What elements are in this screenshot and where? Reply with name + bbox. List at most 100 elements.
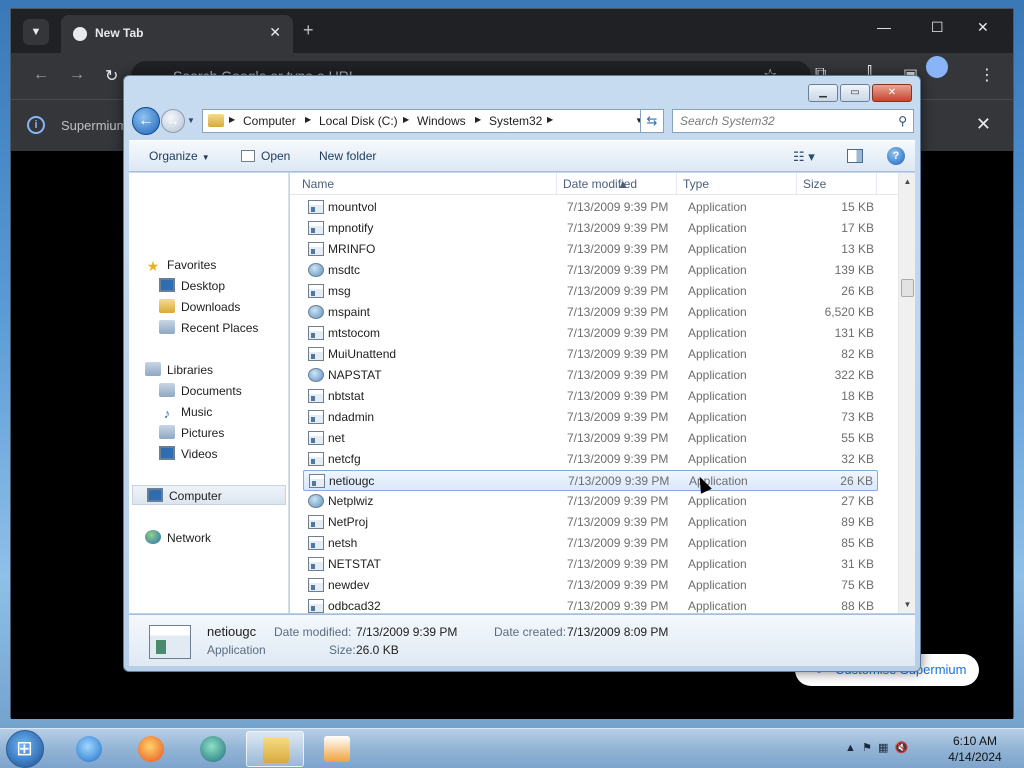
file-date: 7/13/2009 9:39 PM [567,305,669,319]
nav-recent-places[interactable]: Recent Places [159,318,258,338]
nav-documents[interactable]: Documents [159,381,242,401]
column-divider[interactable] [556,173,557,195]
nav-desktop[interactable]: Desktop [159,276,225,296]
taskbar-explorer[interactable] [246,731,304,767]
taskbar-clock[interactable]: 6:10 AM 4/14/2024 [944,733,1006,765]
tab-new-tab[interactable]: New Tab ✕ [61,15,293,53]
table-row[interactable]: Netplwiz 7/13/2009 9:39 PM Application 27 K… [303,491,878,512]
menu-dots-icon[interactable]: ⋮ [979,65,995,85]
preview-pane-icon[interactable] [847,149,863,163]
open-button[interactable]: Open [241,149,290,163]
breadcrumb-local-disk[interactable]: Local Disk (C:) [319,114,398,128]
table-row[interactable]: msg 7/13/2009 9:39 PM Application 26 KB [303,281,878,302]
minimize-icon[interactable]: — [877,19,891,35]
explorer-forward-button[interactable]: → [161,109,185,133]
breadcrumb-separator-icon[interactable]: ▶ [229,115,235,124]
table-row[interactable]: mtstocom 7/13/2009 9:39 PM Application 131 … [303,323,878,344]
breadcrumb-computer[interactable]: Computer [243,114,296,128]
pictures-icon [159,425,175,439]
nav-pictures[interactable]: Pictures [159,423,224,443]
history-dropdown-icon[interactable]: ▼ [187,116,195,125]
breadcrumb-separator-icon[interactable]: ▶ [305,115,311,124]
taskbar-supermium[interactable] [184,731,242,767]
column-divider[interactable] [676,173,677,195]
nav-videos[interactable]: Videos [159,444,217,464]
scroll-down-icon[interactable]: ▼ [899,596,916,613]
column-divider[interactable] [876,173,877,195]
file-date: 7/13/2009 9:39 PM [567,410,669,424]
breadcrumb-system32[interactable]: System32 [489,114,542,128]
back-arrow-icon[interactable]: ← [33,66,49,84]
file-size: 85 KB [841,536,874,550]
nav-music[interactable]: ♪ Music [159,402,213,422]
nav-computer[interactable]: Computer [132,485,286,505]
nav-favorites[interactable]: ★ Favorites [145,255,217,275]
file-date: 7/13/2009 9:39 PM [567,536,669,550]
column-name[interactable]: Name [302,177,334,191]
table-row[interactable]: mountvol 7/13/2009 9:39 PM Application 15 K… [303,197,878,218]
forward-arrow-icon[interactable]: → [69,66,85,84]
system-tray-icons[interactable]: ▲ ⚑ ▦ 🔇 [845,741,908,754]
taskbar-internet-explorer[interactable] [60,731,118,767]
nav-libraries[interactable]: Libraries [145,360,213,380]
table-row[interactable]: netsh 7/13/2009 9:39 PM Application 85 KB [303,533,878,554]
application-file-icon [308,305,324,319]
breadcrumb-separator-icon[interactable]: ▶ [475,115,481,124]
table-row[interactable]: NETSTAT 7/13/2009 9:39 PM Application 31 KB [303,554,878,575]
table-row[interactable]: nbtstat 7/13/2009 9:39 PM Application 18 KB [303,386,878,407]
reload-icon[interactable]: ↻ [105,66,118,86]
file-type: Application [688,452,747,466]
column-type[interactable]: Type [683,177,709,191]
change-view-icon[interactable]: ☷ ▾ [793,149,815,165]
refresh-button[interactable]: ⇆ [640,109,664,133]
tab-close-icon[interactable]: ✕ [269,24,281,41]
table-row[interactable]: NAPSTAT 7/13/2009 9:39 PM Application 322 K… [303,365,878,386]
explorer-close-button[interactable]: ✕ [872,84,912,102]
table-row[interactable]: mpnotify 7/13/2009 9:39 PM Application 17 K… [303,218,878,239]
nav-favorites-label: Favorites [167,258,217,272]
nav-downloads[interactable]: Downloads [159,297,240,317]
column-size[interactable]: Size [803,177,826,191]
address-bar[interactable]: ▶ Computer ▶ Local Disk (C:) ▶ Windows ▶… [202,109,648,133]
file-name: nbtstat [328,389,365,403]
table-row[interactable]: ndadmin 7/13/2009 9:39 PM Application 73 KB [303,407,878,428]
tab-search-button[interactable]: ▼ [23,19,49,45]
breadcrumb-separator-icon[interactable]: ▶ [547,115,553,124]
table-row[interactable]: MRINFO 7/13/2009 9:39 PM Application 13 KB [303,239,878,260]
table-row[interactable]: net 7/13/2009 9:39 PM Application 55 KB [303,428,878,449]
column-date-modified[interactable]: Date modified [563,177,637,191]
organize-button[interactable]: Organize ▼ [149,149,210,163]
scroll-up-icon[interactable]: ▲ [899,173,916,190]
file-date: 7/13/2009 9:39 PM [567,326,669,340]
file-type: Application [688,284,747,298]
table-row[interactable]: NetProj 7/13/2009 9:39 PM Application 89 KB [303,512,878,533]
column-divider[interactable] [796,173,797,195]
taskbar-media-player[interactable] [308,731,366,767]
breadcrumb-windows[interactable]: Windows [417,114,466,128]
libraries-icon [145,362,161,376]
table-row[interactable]: newdev 7/13/2009 9:39 PM Application 75 KB [303,575,878,596]
table-row[interactable]: msdtc 7/13/2009 9:39 PM Application 139 KB [303,260,878,281]
start-button[interactable] [6,730,44,768]
table-row[interactable]: netcfg 7/13/2009 9:39 PM Application 32 KB [303,449,878,470]
file-name: newdev [328,578,370,592]
taskbar-firefox[interactable] [122,731,180,767]
search-input[interactable]: Search System32 ⚲ [672,109,914,133]
explorer-maximize-button[interactable]: ▭ [840,84,870,102]
profile-avatar-icon[interactable] [926,56,948,78]
maximize-icon[interactable]: ☐ [931,19,944,36]
table-row[interactable]: netiougc 7/13/2009 9:39 PM Application 26 K… [303,470,878,491]
scroll-thumb[interactable] [901,279,914,297]
nav-network[interactable]: Network [145,528,211,548]
explorer-back-button[interactable]: ← [132,107,160,135]
table-row[interactable]: MuiUnattend 7/13/2009 9:39 PM Application 8… [303,344,878,365]
vertical-scrollbar[interactable]: ▲ ▼ [898,173,915,613]
infobar-close-icon[interactable]: ✕ [976,114,991,135]
explorer-minimize-button[interactable]: ▁ [808,84,838,102]
help-icon[interactable]: ? [887,147,905,165]
breadcrumb-separator-icon[interactable]: ▶ [403,115,409,124]
table-row[interactable]: mspaint 7/13/2009 9:39 PM Application 6,520… [303,302,878,323]
close-window-icon[interactable]: ✕ [977,19,989,36]
new-tab-plus-icon[interactable]: + [303,20,314,41]
new-folder-button[interactable]: New folder [319,149,376,163]
